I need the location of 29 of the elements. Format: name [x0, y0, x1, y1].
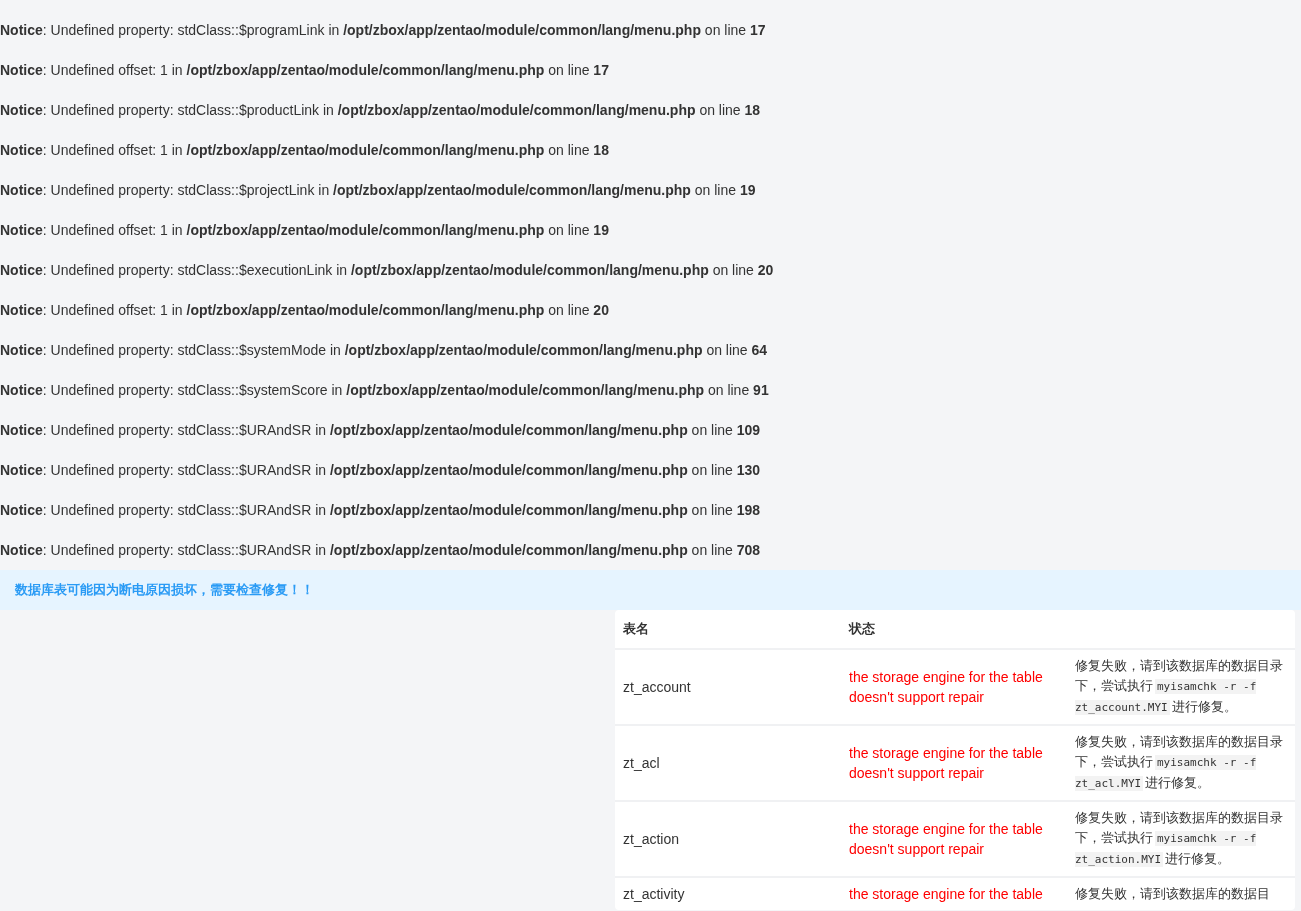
status-cell: the storage engine for the table doesn't support repair [841, 801, 1067, 877]
notice-message: Notice: Undefined offset: 1 in /opt/zbox/app/zentao/module/common/lang/menu.php on line 17 [0, 62, 609, 78]
column-header: 状态 [841, 610, 1067, 649]
repair-hint: 修复失败，请到该数据库的数据目录下，尝试执行 myisamchk -r -f zt_account.MYI 进行修复。 [1067, 649, 1295, 725]
notice-message: Notice: Undefined property: stdClass::$executionLink in /opt/zbox/app/zentao/module/common/lang/menu.php on line 20 [0, 262, 774, 278]
notice-message: Notice: Undefined property: stdClass::$systemScore in /opt/zbox/app/zentao/module/common/lang/menu.php on line 91 [0, 382, 769, 398]
notice-message: Notice: Undefined property: stdClass::$productLink in /opt/zbox/app/zentao/module/common/lang/menu.php on line 18 [0, 102, 761, 118]
status-cell: the storage engine for the table [841, 877, 1067, 910]
status-cell: the storage engine for the table doesn't support repair [841, 725, 1067, 801]
table-name-cell: zt_account [615, 649, 841, 725]
notice-message: Notice: Undefined offset: 1 in /opt/zbox/app/zentao/module/common/lang/menu.php on line 20 [0, 302, 609, 318]
notice-message: Notice: Undefined property: stdClass::$programLink in /opt/zbox/app/zentao/module/common/lang/menu.php on line 17 [0, 22, 766, 38]
notice-message: Notice: Undefined offset: 1 in /opt/zbox/app/zentao/module/common/lang/menu.php on line 18 [0, 142, 609, 158]
notice-message: Notice: Undefined property: stdClass::$URAndSR in /opt/zbox/app/zentao/module/common/lang/menu.php on line 130 [0, 462, 761, 478]
notice-message: Notice: Undefined offset: 1 in /opt/zbox/app/zentao/module/common/lang/menu.php on line 19 [0, 222, 609, 238]
warning-message: 数据库表可能因为断电原因损坏，需要检查修复！！ [15, 581, 314, 599]
table-name-cell: zt_activity [615, 877, 841, 910]
notice-message: Notice: Undefined property: stdClass::$URAndSR in /opt/zbox/app/zentao/module/common/lang/menu.php on line 708 [0, 542, 761, 558]
repair-hint: 修复失败，请到该数据库的数据目录下，尝试执行 myisamchk -r -f zt_action.MYI 进行修复。 [1067, 801, 1295, 877]
repair-hint: 修复失败，请到该数据库的数据目录下，尝试执行 myisamchk -r -f zt_acl.MYI 进行修复。 [1067, 725, 1295, 801]
table-name-cell: zt_action [615, 801, 841, 877]
column-header: 表名 [615, 610, 841, 649]
notice-message: Notice: Undefined property: stdClass::$URAndSR in /opt/zbox/app/zentao/module/common/lang/menu.php on line 198 [0, 502, 761, 518]
table-name-cell: zt_acl [615, 725, 841, 801]
status-cell: the storage engine for the table doesn't support repair [841, 649, 1067, 725]
repair-hint: 修复失败，请到该数据库的数据目 [1067, 877, 1295, 910]
notice-message: Notice: Undefined property: stdClass::$systemMode in /opt/zbox/app/zentao/module/common/lang/menu.php on line 64 [0, 342, 768, 358]
notice-message: Notice: Undefined property: stdClass::$URAndSR in /opt/zbox/app/zentao/module/common/lang/menu.php on line 109 [0, 422, 761, 438]
notice-message: Notice: Undefined property: stdClass::$projectLink in /opt/zbox/app/zentao/module/common/lang/menu.php on line 19 [0, 182, 756, 198]
